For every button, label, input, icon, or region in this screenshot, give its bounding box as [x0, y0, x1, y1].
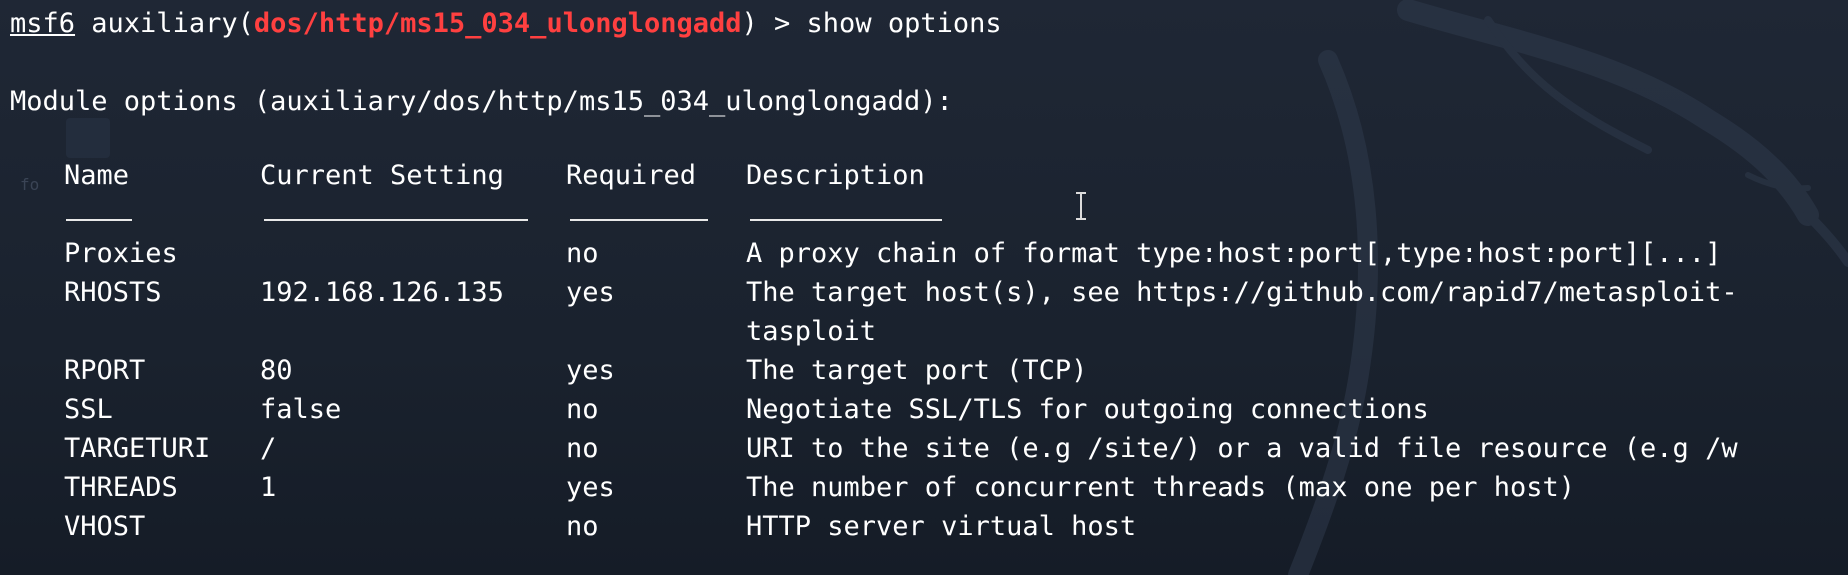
row-required-threads: yes — [566, 472, 615, 503]
header-name: Name — [64, 160, 130, 191]
header-rule-required — [570, 219, 708, 221]
row-setting-rhosts: 192.168.126.135 — [260, 277, 504, 308]
header-rule-name — [66, 219, 132, 221]
row-description-rhosts-continued: tasploit — [746, 316, 877, 347]
row-name-threads: THREADS — [64, 472, 178, 503]
prompt-prefix: msf6 — [10, 8, 76, 39]
row-required-proxies: no — [566, 238, 599, 269]
row-name-targeturi: TARGETURI — [64, 433, 211, 464]
text-cursor-icon — [1076, 192, 1086, 220]
background-window-icon — [66, 118, 110, 158]
row-required-vhost: no — [566, 511, 599, 542]
row-description-rport: The target port (TCP) — [746, 355, 1088, 386]
row-name-ssl: SSL — [64, 394, 113, 425]
header-rule-current-setting — [264, 219, 528, 221]
command-prompt-line: msf6 auxiliary(dos/http/ms15_034_ulonglo… — [10, 4, 1002, 43]
row-setting-threads: 1 — [260, 472, 277, 503]
row-required-targeturi: no — [566, 433, 599, 464]
row-required-rhosts: yes — [566, 277, 615, 308]
row-name-proxies: Proxies — [64, 238, 178, 269]
row-description-vhost: HTTP server virtual host — [746, 511, 1137, 542]
row-description-threads: The number of concurrent threads (max on… — [746, 472, 1576, 503]
row-setting-ssl: false — [260, 394, 342, 425]
row-setting-rport: 80 — [260, 355, 293, 386]
row-required-ssl: no — [566, 394, 599, 425]
row-name-rport: RPORT — [64, 355, 146, 386]
row-description-proxies: A proxy chain of format type:host:port[,… — [746, 238, 1722, 269]
row-description-rhosts: The target host(s), see https://github.c… — [746, 277, 1738, 308]
row-setting-targeturi: / — [260, 433, 277, 464]
header-current-setting: Current Setting — [260, 160, 504, 191]
prompt-context-close: ) > — [741, 8, 807, 39]
header-required: Required — [566, 160, 697, 191]
prompt-module-path: dos/http/ms15_034_ulonglongadd — [253, 8, 742, 39]
row-description-ssl: Negotiate SSL/TLS for outgoing connectio… — [746, 394, 1429, 425]
row-name-vhost: VHOST — [64, 511, 146, 542]
section-title: Module options (auxiliary/dos/http/ms15_… — [10, 86, 953, 117]
background-window-label: fo — [20, 175, 40, 194]
row-name-rhosts: RHOSTS — [64, 277, 162, 308]
prompt-context-open: auxiliary( — [75, 8, 254, 39]
header-rule-description — [750, 219, 942, 221]
prompt-command: show options — [806, 8, 1002, 39]
row-description-targeturi: URI to the site (e.g /site/) or a valid … — [746, 433, 1738, 464]
row-required-rport: yes — [566, 355, 615, 386]
header-description: Description — [746, 160, 925, 191]
